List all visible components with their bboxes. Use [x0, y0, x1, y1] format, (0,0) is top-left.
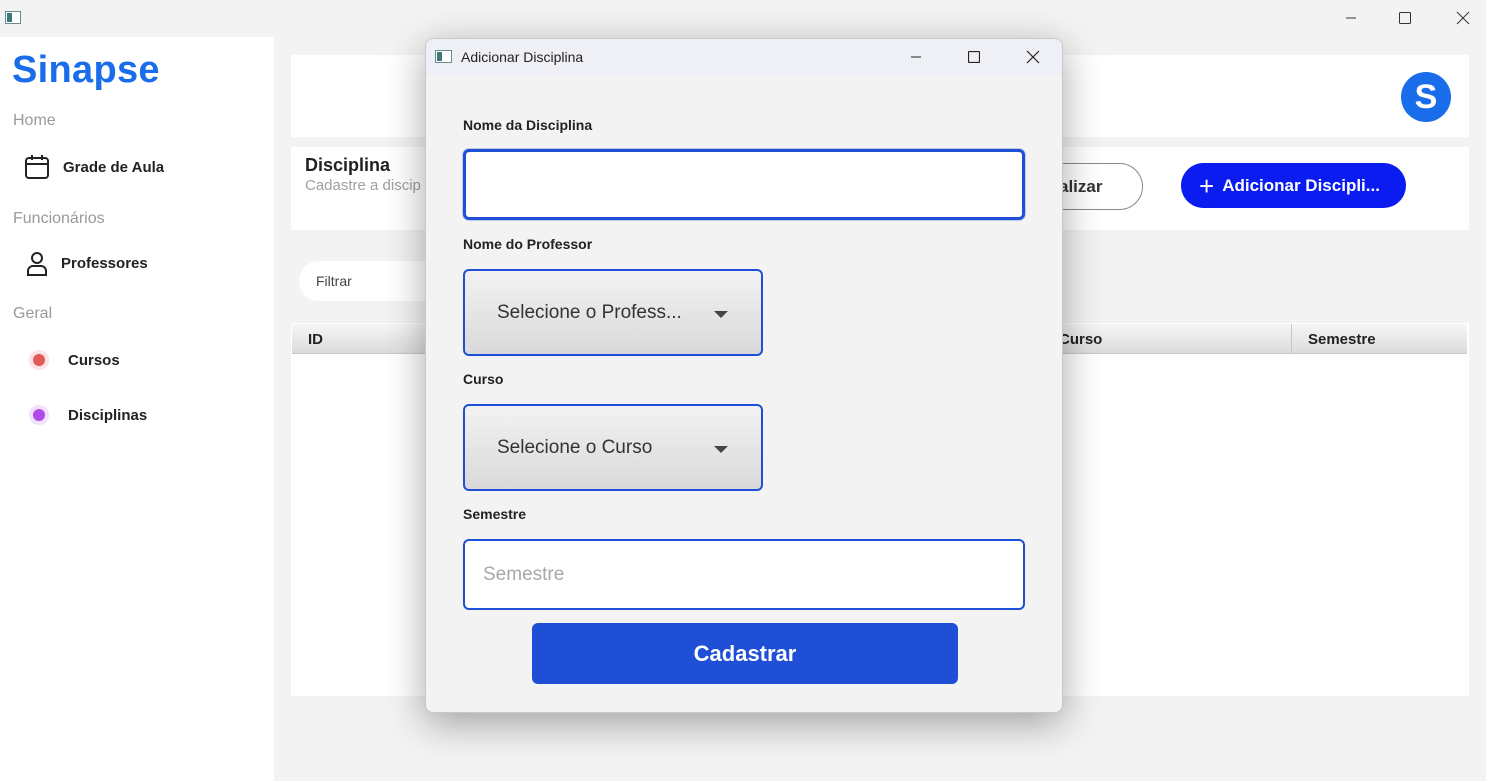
dialog-title: Adicionar Disciplina	[461, 49, 584, 65]
minimize-icon	[911, 56, 921, 58]
window-title-bar	[0, 0, 1486, 36]
curso-select[interactable]: Selecione o Curso	[463, 404, 763, 491]
curso-label: Curso	[463, 371, 504, 387]
dialog-window-icon	[435, 50, 452, 63]
brand-logo: Sinapse	[12, 49, 160, 91]
maximize-icon	[968, 51, 980, 63]
sidebar-item-label: Cursos	[68, 351, 120, 369]
semestre-input[interactable]	[463, 539, 1025, 610]
close-icon	[1456, 11, 1470, 25]
maximize-button[interactable]	[1382, 4, 1428, 32]
section-home: Home	[13, 112, 56, 129]
chevron-down-icon	[714, 311, 728, 318]
close-icon	[1026, 50, 1040, 64]
nome-professor-label: Nome do Professor	[463, 236, 593, 252]
sidebar-item-professores[interactable]: Professores	[24, 247, 148, 279]
dialog-close-button[interactable]	[1010, 43, 1056, 71]
nome-disciplina-label: Nome da Disciplina	[463, 117, 593, 133]
sidebar: Sinapse Home Grade de Aula Funcionários …	[0, 37, 274, 781]
sidebar-item-disciplinas[interactable]: Disciplinas	[24, 399, 147, 431]
curso-select-value: Selecione o Curso	[497, 436, 653, 458]
update-button-label: alizar	[1059, 176, 1103, 196]
add-button-label: Adicionar Discipli...	[1222, 175, 1380, 195]
professor-select-value: Selecione o Profess...	[497, 301, 682, 323]
column-header-curso[interactable]: Curso	[1059, 324, 1102, 354]
person-icon	[24, 249, 52, 277]
disciplinas-dot-icon	[29, 405, 49, 425]
sidebar-item-cursos[interactable]: Cursos	[24, 344, 120, 376]
sidebar-item-grade-de-aula[interactable]: Grade de Aula	[24, 151, 164, 183]
filter-placeholder: Filtrar	[316, 273, 352, 289]
plus-icon: +	[1199, 170, 1215, 201]
add-disciplina-button[interactable]: + Adicionar Discipli...	[1181, 163, 1406, 208]
chevron-down-icon	[714, 446, 728, 453]
app-window-icon	[5, 11, 21, 24]
cadastrar-button-label: Cadastrar	[693, 640, 797, 666]
minimize-button[interactable]	[1328, 4, 1374, 32]
page-title: Disciplina	[305, 155, 391, 175]
column-header-semestre[interactable]: Semestre	[1308, 324, 1376, 354]
column-header-id[interactable]: ID	[308, 324, 323, 354]
professor-select[interactable]: Selecione o Profess...	[463, 269, 763, 356]
add-disciplina-dialog: Adicionar Disciplina Nome da Disciplina …	[425, 38, 1063, 713]
sidebar-item-label: Disciplinas	[68, 406, 148, 424]
close-button[interactable]	[1440, 4, 1486, 32]
avatar[interactable]: S	[1401, 72, 1451, 122]
cadastrar-button[interactable]: Cadastrar	[532, 623, 958, 684]
section-funcionarios: Funcionários	[13, 210, 105, 227]
dialog-minimize-button[interactable]	[893, 43, 939, 71]
semestre-label: Semestre	[463, 506, 527, 522]
nome-disciplina-input[interactable]	[463, 149, 1025, 220]
calendar-icon	[24, 153, 52, 181]
page-subtitle: Cadastre a discip	[305, 177, 421, 194]
sidebar-item-label: Professores	[61, 254, 148, 272]
maximize-icon	[1399, 12, 1411, 24]
column-separator[interactable]	[1291, 324, 1292, 354]
minimize-icon	[1346, 17, 1356, 19]
cursos-dot-icon	[29, 350, 49, 370]
dialog-maximize-button[interactable]	[951, 43, 997, 71]
section-geral: Geral	[13, 305, 53, 322]
dialog-title-bar: Adicionar Disciplina	[426, 39, 1062, 75]
sidebar-item-label: Grade de Aula	[63, 158, 165, 176]
